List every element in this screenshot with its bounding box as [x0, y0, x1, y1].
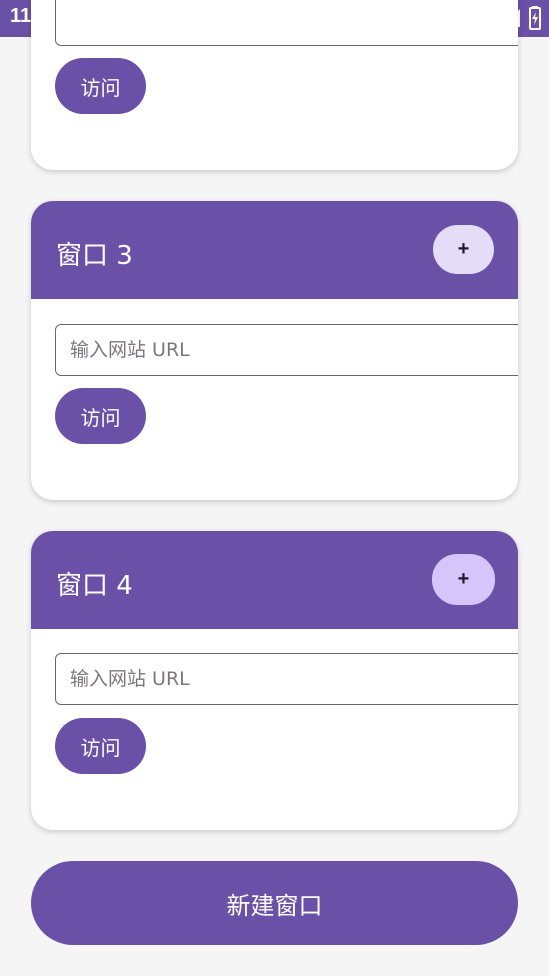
window-card-2: 访问: [31, 0, 518, 170]
visit-button[interactable]: 访问: [55, 58, 146, 114]
card-header: 窗口 3 +: [31, 201, 518, 299]
visit-button[interactable]: 访问: [55, 718, 146, 774]
add-button[interactable]: +: [432, 554, 495, 605]
window-card-3: 窗口 3 + 访问: [31, 201, 518, 500]
card-title: 窗口 4: [56, 571, 133, 601]
url-input-partial[interactable]: [55, 0, 518, 46]
url-input[interactable]: [55, 653, 518, 705]
new-window-button[interactable]: 新建窗口: [31, 861, 518, 945]
add-button[interactable]: +: [433, 225, 494, 274]
card-title: 窗口 3: [56, 241, 133, 271]
visit-button[interactable]: 访问: [55, 388, 146, 444]
url-input[interactable]: [55, 324, 518, 376]
battery-icon: [529, 6, 541, 30]
card-header: 窗口 4 +: [31, 531, 518, 629]
window-card-4: 窗口 4 + 访问: [31, 531, 518, 830]
